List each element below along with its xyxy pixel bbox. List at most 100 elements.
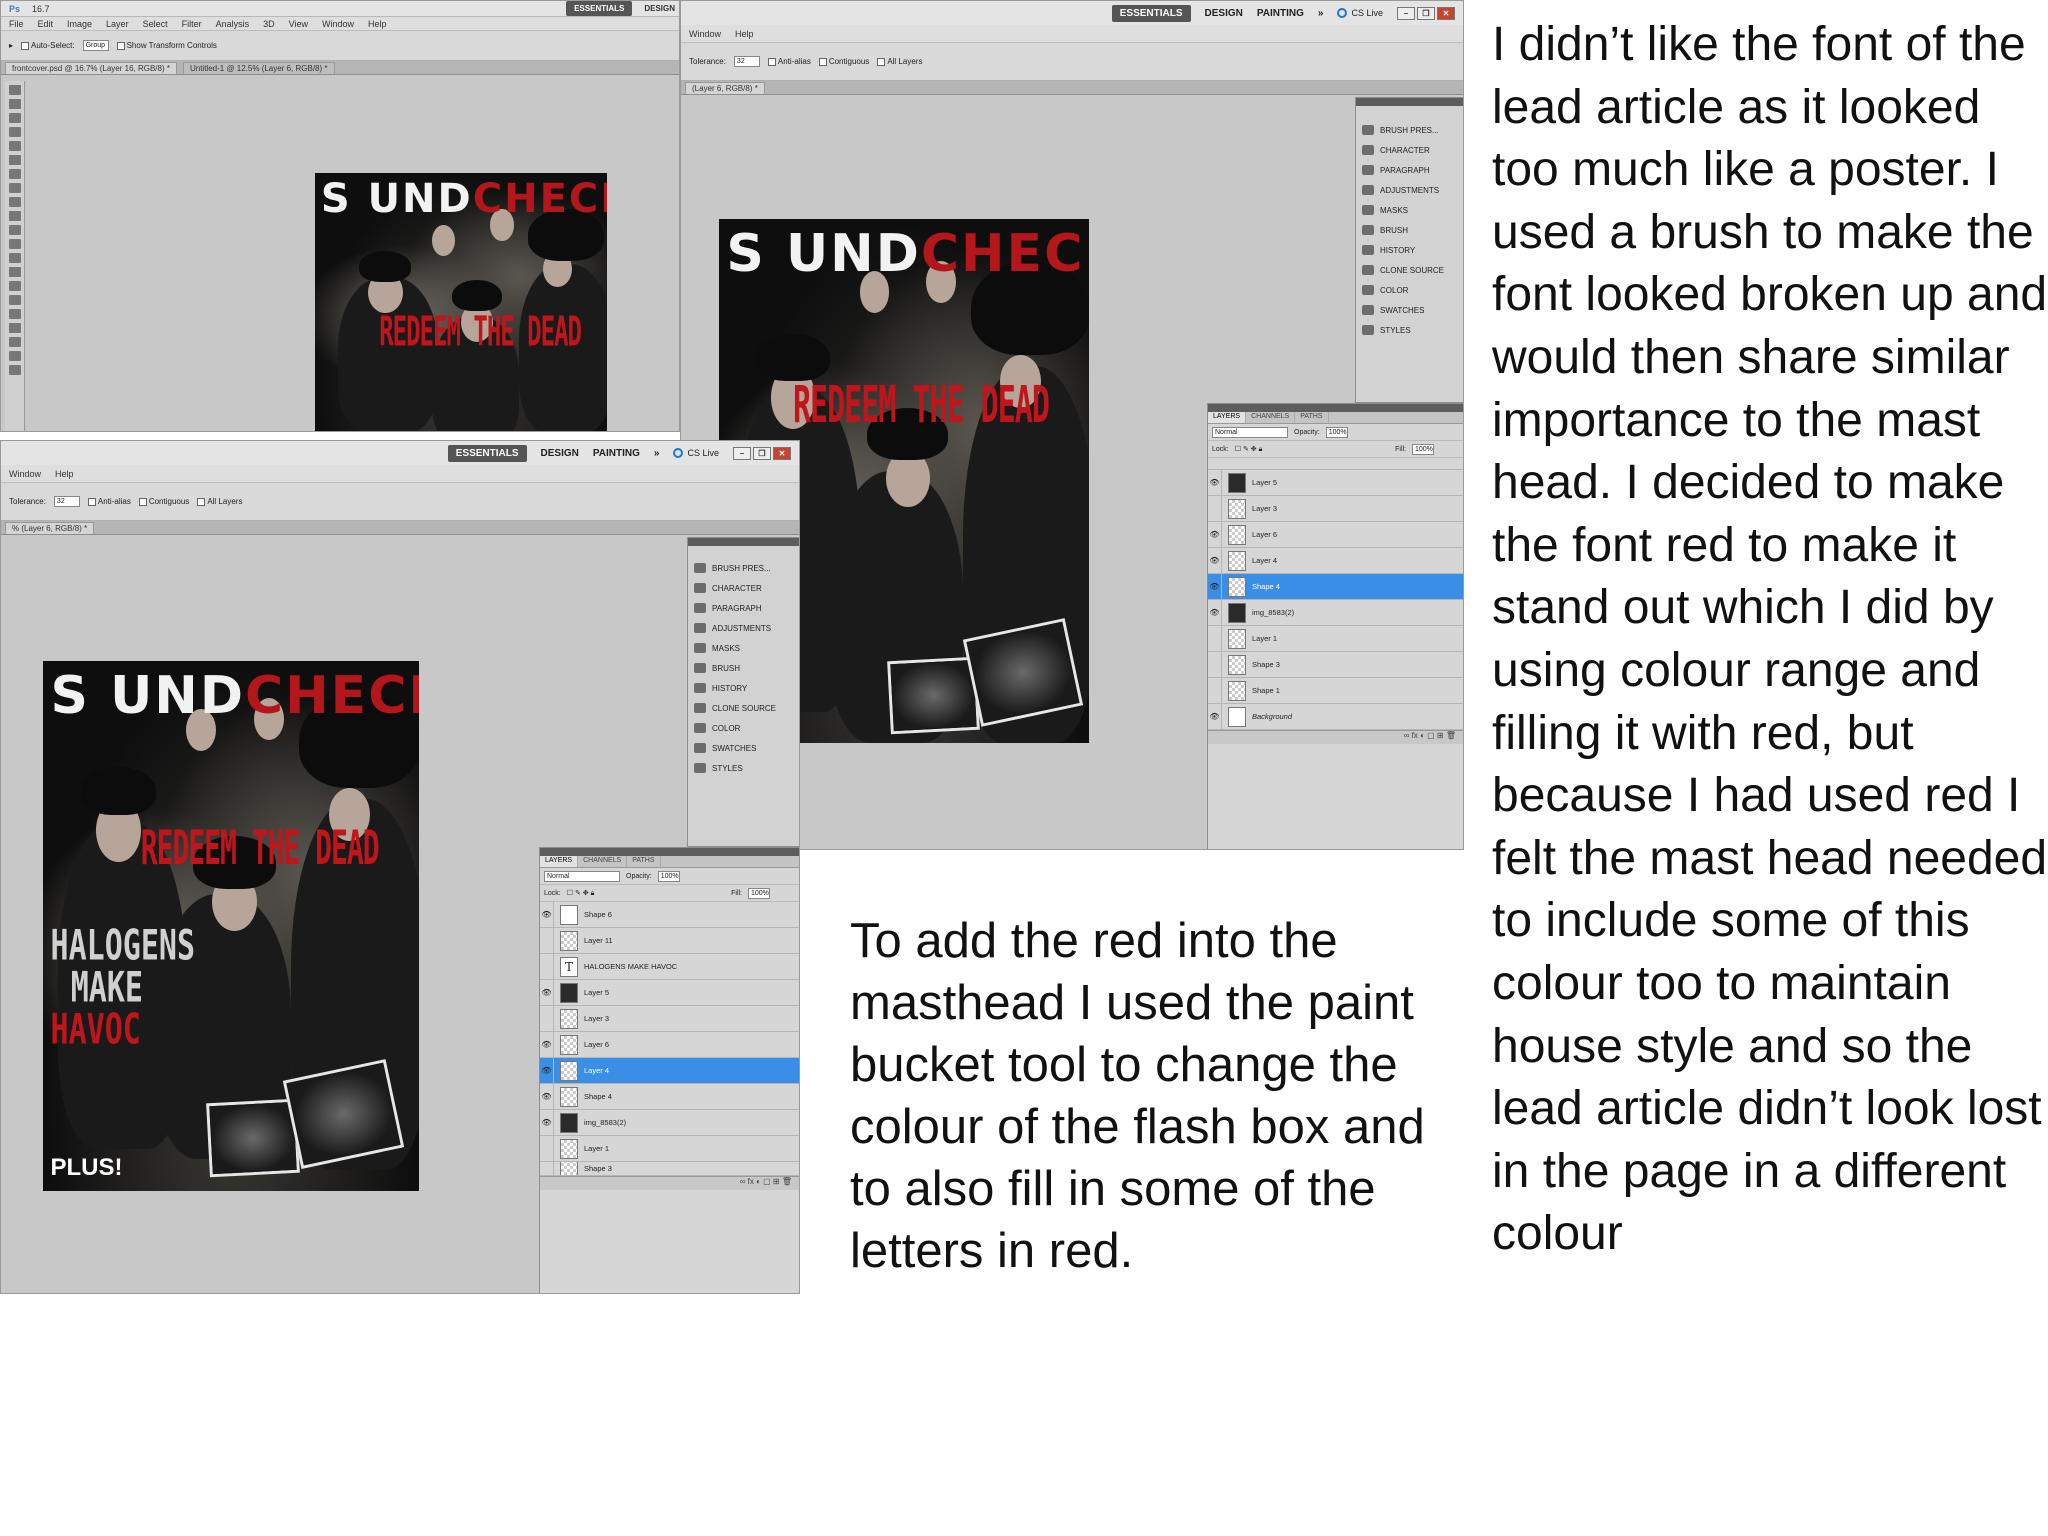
visibility-eye-icon[interactable] [1208, 651, 1222, 678]
blend-mode-select[interactable]: Normal [1212, 426, 1288, 438]
zoom-value[interactable]: 16.7 [32, 4, 50, 14]
layer-row[interactable]: Layer 3 [540, 1005, 799, 1032]
layer-row[interactable]: 👁︎ Shape 4 [540, 1083, 799, 1110]
lasso-tool-icon[interactable] [8, 113, 21, 123]
restore-icon[interactable]: ❐ [753, 446, 771, 460]
menu-view[interactable]: View [289, 19, 308, 29]
contiguous-checkbox[interactable] [818, 57, 827, 66]
visibility-eye-icon[interactable]: 👁︎ [540, 1031, 554, 1058]
layer-row[interactable]: 👁︎ Layer 6 [540, 1031, 799, 1058]
visibility-eye-icon[interactable]: 👁︎ [1208, 521, 1222, 548]
all-layers-checkbox[interactable] [197, 497, 206, 506]
fill-input[interactable]: 100% [1412, 443, 1434, 455]
tab-channels[interactable]: CHANNELS [1246, 412, 1296, 423]
layer-row[interactable]: 👁︎ Shape 6 [540, 901, 799, 928]
auto-select-dropdown[interactable]: Group [82, 40, 109, 51]
lock-icons[interactable]: ☐ ✎ ✥ 🔒︎ [1235, 445, 1263, 454]
menu-help[interactable]: Help [735, 29, 754, 39]
menu-layer[interactable]: Layer [106, 19, 129, 29]
tab-channels[interactable]: CHANNELS [578, 856, 628, 867]
lock-icons[interactable]: ☐ ✎ ✥ 🔒︎ [567, 889, 595, 898]
workspace-essentials[interactable]: ESSENTIALS [447, 444, 527, 462]
panel-clone-source[interactable]: CLONE SOURCE [1356, 260, 1463, 280]
stamp-tool-icon[interactable] [8, 197, 21, 207]
opacity-input[interactable]: 100% [1325, 426, 1348, 438]
pen-tool-icon[interactable] [8, 281, 21, 291]
hand-tool-icon[interactable] [8, 351, 21, 361]
visibility-eye-icon[interactable]: 👁︎ [1208, 599, 1222, 626]
crop-tool-icon[interactable] [8, 141, 21, 151]
menu-help[interactable]: Help [368, 19, 387, 29]
workspace-design[interactable]: DESIGN [644, 4, 675, 13]
menu-3d[interactable]: 3D [263, 19, 275, 29]
menu-filter[interactable]: Filter [182, 19, 202, 29]
minimize-icon[interactable]: – [733, 446, 751, 460]
panel-styles[interactable]: STYLES [1356, 320, 1463, 340]
layers-footer-icons[interactable]: ∞ fx ◐ ▢ ⊞ 🗑︎ [1208, 730, 1463, 744]
auto-select-checkbox[interactable] [21, 41, 30, 50]
panel-color[interactable]: COLOR [1356, 280, 1463, 300]
blend-mode-select[interactable]: Normal [544, 870, 620, 882]
panel-adjustments[interactable]: ADJUSTMENTS [1356, 180, 1463, 200]
menu-help[interactable]: Help [55, 469, 74, 479]
doc-tab-frontcover[interactable]: frontcover.psd @ 16.7% (Layer 16, RGB/8)… [5, 61, 177, 74]
layer-row[interactable]: 👁︎ Layer 6 [1208, 521, 1463, 548]
visibility-eye-icon[interactable] [540, 927, 554, 954]
workspace-essentials[interactable]: ESSENTIALS [566, 1, 633, 16]
all-layers-checkbox[interactable] [877, 57, 886, 66]
panel-brush-presets[interactable]: BRUSH PRES... [1356, 120, 1463, 140]
layer-row-selected[interactable]: 👁︎ Shape 4 [1208, 573, 1463, 600]
panel-brush[interactable]: BRUSH [688, 658, 799, 678]
menu-window[interactable]: Window [322, 19, 354, 29]
panel-swatches[interactable]: SWATCHES [1356, 300, 1463, 320]
close-icon[interactable]: ✕ [1437, 6, 1455, 20]
layer-row[interactable]: 👁︎ img_8583(2) [1208, 599, 1463, 626]
menu-analysis[interactable]: Analysis [216, 19, 250, 29]
panel-character[interactable]: CHARACTER [688, 578, 799, 598]
visibility-eye-icon[interactable]: 👁︎ [1208, 469, 1222, 496]
panel-color[interactable]: COLOR [688, 718, 799, 738]
visibility-eye-icon[interactable]: 👁︎ [540, 901, 554, 928]
panel-masks[interactable]: MASKS [1356, 200, 1463, 220]
visibility-eye-icon[interactable] [540, 953, 554, 980]
panel-masks[interactable]: MASKS [688, 638, 799, 658]
menu-edit[interactable]: Edit [38, 19, 54, 29]
visibility-eye-icon[interactable] [540, 1162, 554, 1175]
move-tool-icon[interactable]: ▸ [9, 41, 13, 50]
doc-tab[interactable]: (Layer 6, RGB/8) * [685, 81, 765, 94]
fill-input[interactable]: 100% [748, 887, 770, 899]
layer-row[interactable]: 👁︎ Layer 5 [540, 979, 799, 1006]
menu-window[interactable]: Window [9, 469, 41, 479]
contiguous-checkbox[interactable] [138, 497, 147, 506]
cs-live-menu[interactable]: CS Live [1337, 8, 1383, 18]
panel-clone-source[interactable]: CLONE SOURCE [688, 698, 799, 718]
visibility-eye-icon[interactable] [540, 1005, 554, 1032]
visibility-eye-icon[interactable]: 👁︎ [1208, 703, 1222, 730]
visibility-eye-icon[interactable]: 👁︎ [1208, 547, 1222, 574]
zoom-tool-icon[interactable] [8, 365, 21, 375]
layer-row[interactable]: 👁︎ Background [1208, 703, 1463, 730]
visibility-eye-icon[interactable] [1208, 495, 1222, 522]
tab-paths[interactable]: PATHS [627, 856, 661, 867]
visibility-eye-icon[interactable] [1208, 677, 1222, 704]
layer-row[interactable]: Shape 3 [540, 1162, 799, 1176]
anti-alias-checkbox[interactable] [87, 497, 96, 506]
layer-row[interactable]: Layer 1 [540, 1135, 799, 1162]
move-tool-icon[interactable] [8, 85, 21, 95]
layers-footer-icons[interactable]: ∞ fx ◐ ▢ ⊞ 🗑︎ [540, 1176, 799, 1190]
dodge-tool-icon[interactable] [8, 267, 21, 277]
menu-file[interactable]: File [9, 19, 24, 29]
layer-row[interactable]: 👁︎ Layer 4 [1208, 547, 1463, 574]
layer-row[interactable]: Layer 11 [540, 927, 799, 954]
brush-tool-icon[interactable] [8, 183, 21, 193]
visibility-eye-icon[interactable]: 👁︎ [1208, 573, 1222, 600]
eyedropper-tool-icon[interactable] [8, 155, 21, 165]
opacity-input[interactable]: 100% [657, 870, 680, 882]
layer-row[interactable]: 👁︎ img_8583(2) [540, 1109, 799, 1136]
minimize-icon[interactable]: – [1397, 6, 1415, 20]
doc-tab-untitled[interactable]: Untitled-1 @ 12.5% (Layer 6, RGB/8) * [182, 61, 335, 74]
menu-select[interactable]: Select [143, 19, 168, 29]
layer-row[interactable]: Shape 1 [1208, 677, 1463, 704]
panel-brush-presets[interactable]: BRUSH PRES... [688, 558, 799, 578]
3d-tool-icon[interactable] [8, 337, 21, 347]
